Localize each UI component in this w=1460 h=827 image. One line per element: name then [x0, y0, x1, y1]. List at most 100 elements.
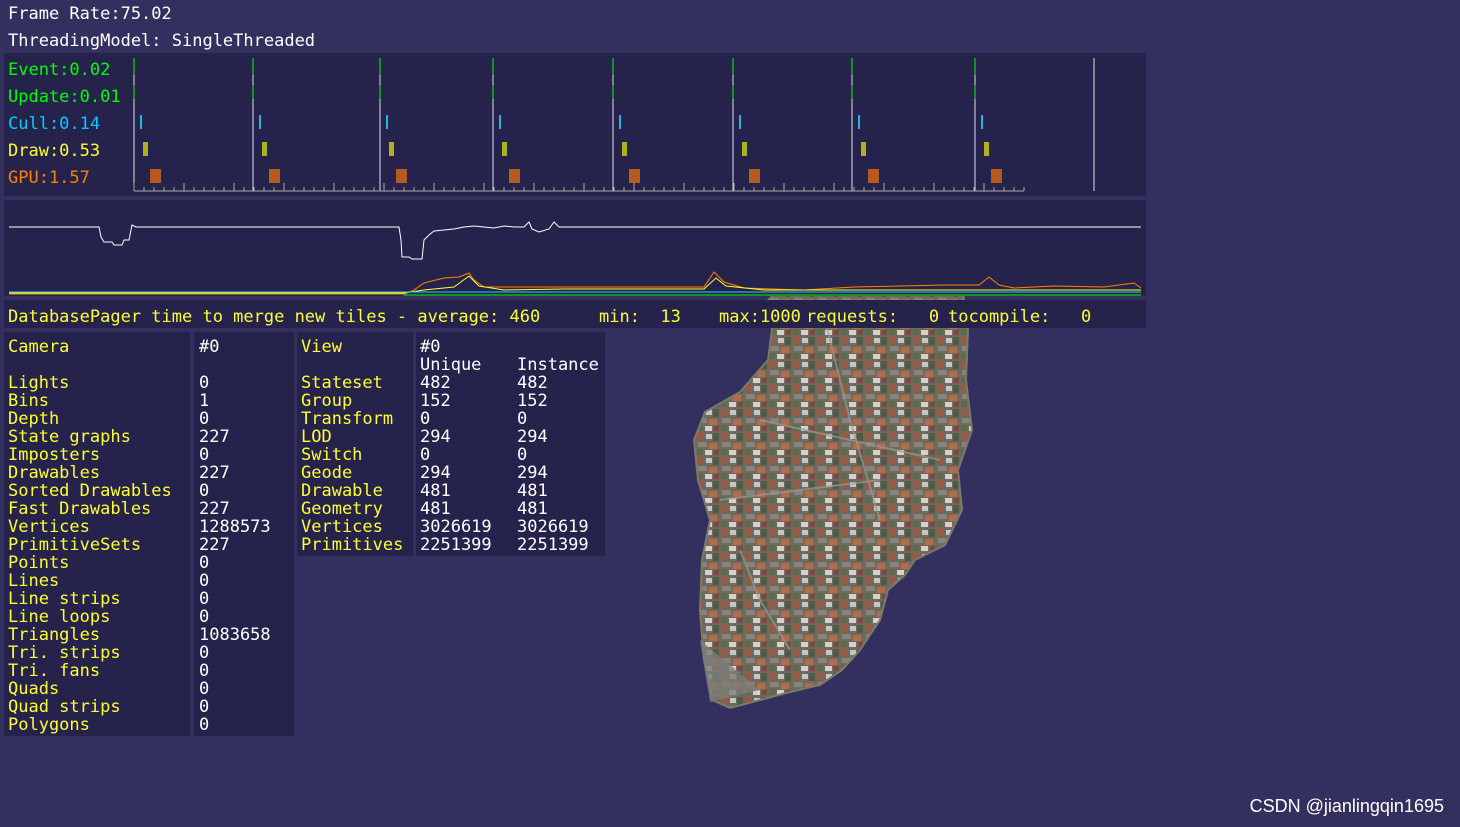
gpu-bar	[991, 169, 1002, 183]
camera-stat-label: Bins	[8, 391, 49, 411]
frame-rate-label: Frame Rate:75.02	[8, 4, 172, 24]
draw-bar	[861, 142, 866, 156]
cull-bar	[259, 115, 261, 129]
camera-stat-value: 0	[199, 589, 210, 609]
view-stat-label: Drawable	[301, 481, 383, 501]
view-stat-label: Geometry	[301, 499, 383, 519]
camera-stat-value: 0	[199, 643, 210, 663]
view-stat-instance: 152	[517, 391, 548, 411]
view-stat-unique: 294	[420, 427, 451, 447]
watermark: CSDN @jianlingqin1695	[1249, 796, 1444, 816]
camera-stat-value: 0	[199, 553, 210, 573]
view-stat-instance: 0	[517, 445, 528, 465]
view-stat-unique: 3026619	[420, 517, 492, 537]
gpu-time-line	[9, 271, 1142, 295]
camera-stat-value: 0	[199, 607, 210, 627]
view-stat-label: LOD	[301, 427, 332, 447]
camera-stat-label: Imposters	[8, 445, 101, 465]
instance-column-header: Instance	[517, 355, 599, 375]
view-stat-instance: 482	[517, 373, 548, 393]
camera-stat-value: 1	[199, 391, 210, 411]
camera-stat-value: 227	[199, 427, 230, 447]
gpu-bar	[629, 169, 640, 183]
camera-stat-value: 227	[199, 535, 230, 555]
camera-stat-label: Points	[8, 553, 70, 573]
cull-bar	[386, 115, 388, 129]
view-stat-label: Geode	[301, 463, 353, 483]
view-stat-unique: 0	[420, 445, 431, 465]
pager-requests: requests: 0	[806, 307, 940, 327]
draw-bar	[143, 142, 148, 156]
view-stat-instance: 0	[517, 409, 528, 429]
camera-stat-label: Depth	[8, 409, 60, 429]
camera-stat-label: Lines	[8, 571, 60, 591]
draw-bar	[984, 142, 989, 156]
gpu-bar	[269, 169, 280, 183]
view-stat-unique: 294	[420, 463, 451, 483]
camera-stat-value: 0	[199, 679, 210, 699]
camera-stat-value: 0	[199, 409, 210, 429]
view-id: #0	[420, 337, 441, 357]
gpu-bar	[150, 169, 161, 183]
draw-bar	[389, 142, 394, 156]
camera-stat-value: 0	[199, 715, 210, 735]
unique-column-header: Unique	[420, 355, 482, 375]
draw-bar	[502, 142, 507, 156]
cull-bar	[981, 115, 983, 129]
camera-stat-label: Vertices	[8, 517, 90, 537]
camera-stat-label: Quad strips	[8, 697, 121, 717]
pager-max: max:1000	[719, 307, 801, 327]
cull-bar	[619, 115, 621, 129]
timing-bars	[133, 58, 1095, 192]
view-stat-unique: 482	[420, 373, 451, 393]
frame-graph	[9, 221, 1142, 296]
camera-stat-value: 0	[199, 661, 210, 681]
camera-stat-label: PrimitiveSets	[8, 535, 142, 555]
camera-id: #0	[199, 337, 220, 357]
view-stat-instance: 294	[517, 427, 548, 447]
pager-min: min: 13	[599, 307, 681, 327]
camera-stat-value: 0	[199, 697, 210, 717]
camera-stat-value: 0	[199, 373, 210, 393]
view-stat-instance: 294	[517, 463, 548, 483]
camera-stat-label: Line strips	[8, 589, 121, 609]
camera-stat-label: Drawables	[8, 463, 101, 483]
view-stat-unique: 152	[420, 391, 451, 411]
camera-stat-label: Fast Drawables	[8, 499, 152, 519]
camera-title: Camera	[8, 337, 70, 357]
draw-bar	[742, 142, 747, 156]
gpu-bar	[509, 169, 520, 183]
camera-stat-label: Lights	[8, 373, 70, 393]
view-stat-label: Stateset	[301, 373, 383, 393]
view-stat-unique: 2251399	[420, 535, 492, 555]
view-stat-label: Switch	[301, 445, 363, 465]
pager-tocompile: tocompile: 0	[948, 307, 1092, 327]
gpu-bar	[868, 169, 879, 183]
view-stat-label: Primitives	[301, 535, 404, 555]
camera-stat-value: 227	[199, 499, 230, 519]
view-stat-unique: 481	[420, 499, 451, 519]
view-stat-unique: 481	[420, 481, 451, 501]
camera-stat-label: State graphs	[8, 427, 131, 447]
camera-stat-value: 0	[199, 445, 210, 465]
view-stat-label: Group	[301, 391, 353, 411]
draw-bar	[262, 142, 267, 156]
camera-stat-label: Polygons	[8, 715, 90, 735]
camera-stat-value: 1083658	[199, 625, 271, 645]
view-stat-instance: 481	[517, 481, 548, 501]
pager-average: DatabasePager time to merge new tiles - …	[8, 307, 541, 327]
cull-bar	[499, 115, 501, 129]
view-stat-instance: 481	[517, 499, 548, 519]
view-stat-instance: 2251399	[517, 535, 589, 555]
database-pager-bar: DatabasePager time to merge new tiles - …	[4, 300, 1146, 328]
camera-stat-label: Tri. fans	[8, 661, 101, 681]
timing-panel: Event:0.02 Update:0.01 Cull:0.14 Draw:0.…	[4, 53, 1146, 196]
view-stat-label: Transform	[301, 409, 394, 429]
draw-bar	[622, 142, 627, 156]
camera-stat-label: Tri. strips	[8, 643, 121, 663]
view-stat-unique: 0	[420, 409, 431, 429]
gpu-bar	[749, 169, 760, 183]
camera-stat-value: 0	[199, 481, 210, 501]
frame-graph-panel	[4, 200, 1146, 296]
camera-stat-label: Quads	[8, 679, 60, 699]
